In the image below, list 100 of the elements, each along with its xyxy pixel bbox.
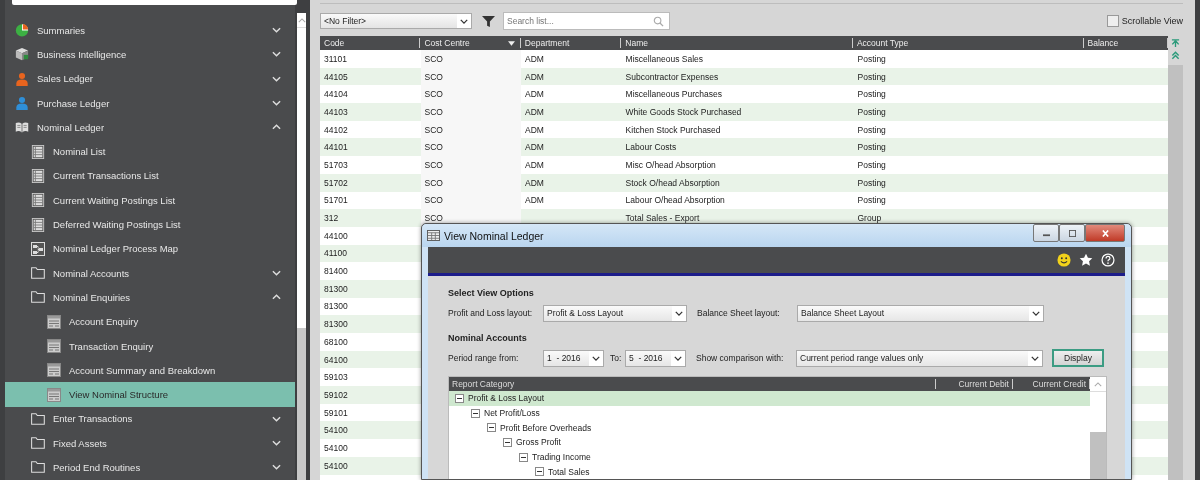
collapse-icon[interactable] [519, 452, 528, 462]
column-header[interactable]: Current Debit [936, 377, 1012, 391]
table-cell: 54100 [324, 460, 348, 471]
table-cell: ADM [525, 195, 544, 206]
table-cell: Misc O/head Absorption [625, 159, 716, 170]
sidebar-item[interactable]: View Nominal Structure [5, 382, 295, 407]
sidebar-item[interactable]: Enter Transactions [5, 406, 295, 432]
collapse-icon[interactable] [455, 393, 464, 403]
search-field[interactable]: Search list... [503, 12, 670, 30]
sidebar-item[interactable]: Fixed Assets [5, 431, 295, 456]
list-icon [31, 168, 45, 183]
sidebar-item[interactable]: Nominal List [5, 139, 295, 164]
comparison-dropdown[interactable]: Current period range values only [796, 349, 1043, 367]
period-dropdown[interactable]: 5 - 2016 [625, 349, 686, 367]
tree-row[interactable]: Gross Profit [449, 435, 1090, 450]
sort-caret-icon[interactable] [507, 40, 515, 46]
smiley-icon[interactable] [1057, 253, 1071, 267]
maximize-button[interactable] [1059, 224, 1085, 242]
column-header[interactable]: Account Type [852, 36, 1083, 50]
column-header[interactable]: Report Category [449, 377, 935, 391]
table-cell: Posting [857, 124, 886, 135]
scroll-thumb[interactable] [297, 28, 306, 328]
chevron-up-icon[interactable] [272, 124, 281, 131]
minimize-button[interactable] [1033, 224, 1059, 242]
sidebar-item[interactable]: Purchase Ledger [5, 90, 295, 116]
column-header[interactable]: Name [621, 36, 852, 50]
layout-dropdown[interactable]: Profit & Loss Layout [543, 304, 687, 322]
table-cell: SCO [424, 177, 443, 188]
list-icon [31, 193, 45, 208]
form-icon [47, 339, 61, 353]
chevron-down-icon[interactable] [272, 100, 281, 107]
scrollbar[interactable] [1090, 377, 1106, 479]
sidebar-item[interactable]: Summaries [5, 18, 295, 43]
sidebar-item[interactable]: Account Summary and Breakdown [5, 358, 295, 383]
chevron-down-icon[interactable] [272, 75, 281, 82]
scroll-thumb[interactable] [1090, 392, 1106, 432]
checkbox[interactable] [1106, 15, 1119, 27]
sidebar-item[interactable]: Period End Routines [5, 455, 295, 480]
sidebar-item[interactable]: Account Enquiry [5, 309, 295, 334]
column-header[interactable]: Department [520, 36, 621, 50]
window-icon [427, 230, 440, 241]
help-icon[interactable] [1101, 253, 1115, 267]
chevron-down-icon[interactable] [272, 464, 281, 471]
collapse-icon[interactable] [471, 408, 480, 418]
display-button[interactable]: Display [1052, 349, 1104, 367]
field-label: To: [610, 353, 623, 363]
star-icon[interactable] [1079, 253, 1093, 267]
sidebar-item[interactable]: Sales Ledger [5, 66, 295, 91]
column-header[interactable]: Code [320, 36, 420, 50]
tree-row[interactable]: Profit Before Overheads [449, 420, 1090, 436]
chevron-down-icon[interactable] [272, 27, 281, 34]
table-cell: Miscellaneous Purchases [625, 89, 722, 100]
scrollbar[interactable] [297, 13, 306, 480]
tree-row[interactable]: Total Sales [449, 464, 1090, 479]
sidebar-item[interactable]: Nominal Enquiries [5, 285, 295, 310]
collapse-icon[interactable] [535, 467, 544, 477]
layout-dropdown[interactable]: Balance Sheet Layout [797, 304, 1044, 322]
table-cell: Posting [857, 177, 886, 188]
chevron-down-icon [460, 18, 468, 24]
chevron-down-icon[interactable] [272, 270, 281, 277]
table-cell: SCO [424, 89, 443, 100]
table-cell: SCO [424, 195, 443, 206]
search-icon [653, 16, 664, 27]
table-cell: ADM [525, 177, 544, 188]
sidebar-item[interactable]: Current Waiting Postings List [5, 188, 295, 213]
sidebar-item[interactable]: Business Intelligence [5, 42, 295, 67]
sidebar-item[interactable]: Deferred Waiting Postings List [5, 212, 295, 237]
column-header[interactable]: Cost Centre [420, 36, 508, 50]
sidebar-item[interactable]: Nominal Ledger Process Map [5, 236, 295, 261]
table-cell: 41100 [324, 248, 347, 259]
maximize-icon [1067, 229, 1077, 237]
chevron-down-icon[interactable] [272, 415, 281, 422]
sidebar-item[interactable]: Nominal Accounts [5, 260, 295, 286]
chevron-up-icon[interactable] [272, 294, 281, 301]
table-cell: White Goods Stock Purchased [625, 106, 742, 117]
filter-icon[interactable] [482, 14, 495, 28]
table-cell: Posting [857, 71, 886, 82]
window-title: View Nominal Ledger [444, 229, 544, 242]
tree-row[interactable]: Profit & Loss Layout [449, 391, 1090, 406]
sidebar-item[interactable]: Transaction Enquiry [5, 333, 295, 359]
close-button[interactable] [1085, 224, 1125, 242]
period-dropdown[interactable]: 1 - 2016 [543, 349, 604, 367]
field-label: Profit and Loss layout: [448, 308, 534, 318]
chevron-down-icon[interactable] [272, 51, 281, 58]
table-cell: Posting [857, 53, 886, 64]
collapse-icon[interactable] [487, 423, 496, 433]
column-header[interactable]: Current Credit [1013, 377, 1089, 391]
search-field[interactable] [12, 0, 297, 5]
tree-row[interactable]: Trading Income [449, 449, 1090, 465]
column-header[interactable]: Balance [1083, 36, 1168, 50]
tree-row[interactable]: Net Profit/Loss [449, 405, 1090, 421]
table-cell: Miscellaneous Sales [625, 53, 704, 64]
table-cell: Group [857, 213, 882, 224]
chevron-down-icon [1032, 310, 1040, 316]
scrollbar[interactable] [1168, 65, 1183, 480]
chevron-down-icon[interactable] [272, 440, 281, 447]
filter-dropdown[interactable]: <No Filter> [320, 13, 472, 29]
sidebar-item[interactable]: Nominal Ledger [5, 115, 295, 140]
collapse-icon[interactable] [503, 437, 512, 447]
sidebar-item[interactable]: Current Transactions List [5, 163, 295, 189]
